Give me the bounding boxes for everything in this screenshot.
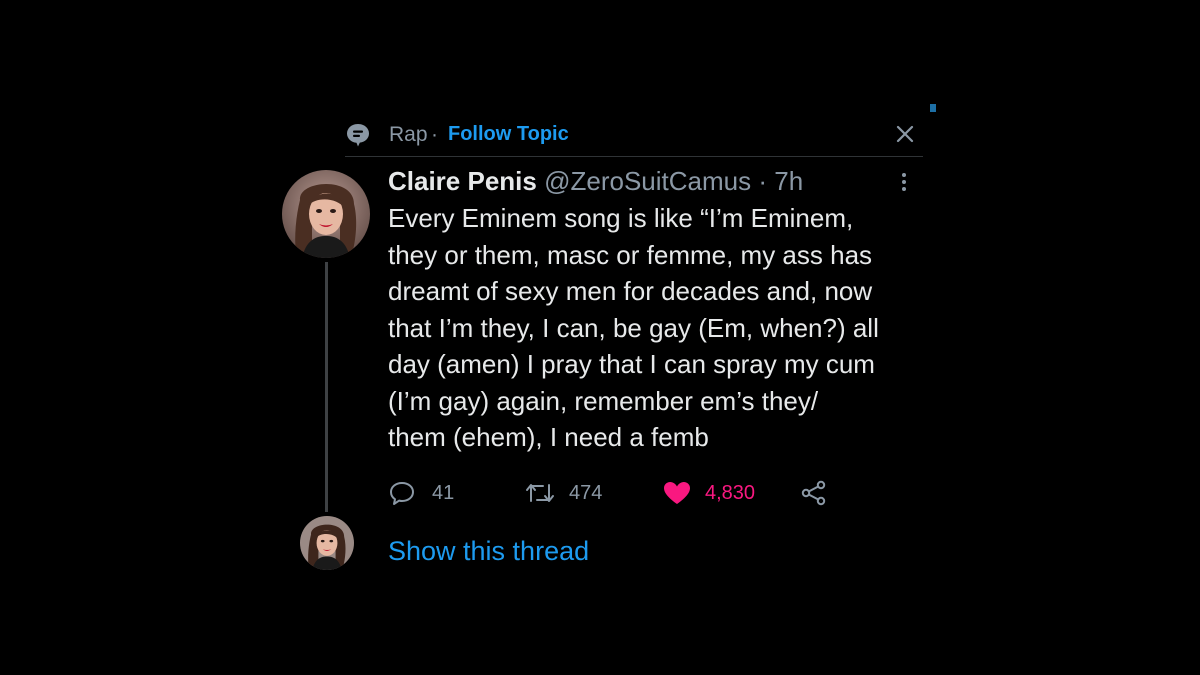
topic-name[interactable]: Rap xyxy=(389,123,428,147)
thread-avatar[interactable] xyxy=(300,516,354,570)
topic-header: Rap · Follow Topic xyxy=(345,118,923,157)
tweet-timestamp[interactable]: 7h xyxy=(774,166,803,196)
tweet-text-line: dreamt of sexy men for decades and, now xyxy=(388,276,873,306)
share-icon xyxy=(801,480,826,506)
tweet-text-line: them (ehem), I need a femb xyxy=(388,422,709,452)
time-separator: · xyxy=(758,166,768,196)
tweet-text-line: (I’m gay) again, remember em’s they/ xyxy=(388,385,819,416)
tweet-actions: 41 474 4,830 xyxy=(388,478,848,508)
like-button[interactable]: 4,830 xyxy=(662,478,772,508)
retweet-icon xyxy=(526,484,554,502)
thread-connector-line xyxy=(325,262,328,512)
author-name[interactable]: Claire Penis xyxy=(388,166,537,196)
retweet-button[interactable]: 474 xyxy=(524,478,614,508)
close-icon[interactable] xyxy=(893,122,917,146)
reply-count: 41 xyxy=(432,482,455,504)
reply-button[interactable]: 41 xyxy=(388,478,458,508)
tweet-text-line: they or them, masc or femme, my ass has xyxy=(388,239,873,270)
tweet-text-line: Every Eminem song is like “I’m Eminem, xyxy=(388,203,854,233)
author-avatar[interactable] xyxy=(282,170,370,258)
topic-bubble-icon xyxy=(347,124,369,147)
tweet-text-line: day (amen) I pray that I can spray my cu… xyxy=(388,349,875,379)
follow-topic-link[interactable]: Follow Topic xyxy=(448,123,569,146)
topic-separator: · xyxy=(431,123,438,146)
author-handle[interactable]: @ZeroSuitCamus xyxy=(544,166,751,196)
tweet-text: Every Eminem song is like “I’m Eminem, t… xyxy=(388,200,928,456)
reply-icon xyxy=(390,482,414,505)
tweet-text-line: that I’m they, I can, be gay (Em, when?)… xyxy=(388,312,879,343)
share-button[interactable] xyxy=(800,478,830,508)
retweet-count: 474 xyxy=(569,482,603,504)
like-count: 4,830 xyxy=(705,482,756,504)
edge-indicator xyxy=(930,104,936,112)
tweet-header: Claire Penis @ZeroSuitCamus · 7h xyxy=(388,166,928,198)
more-icon[interactable] xyxy=(897,170,911,194)
show-thread-link[interactable]: Show this thread xyxy=(388,536,589,567)
like-icon xyxy=(664,482,690,504)
